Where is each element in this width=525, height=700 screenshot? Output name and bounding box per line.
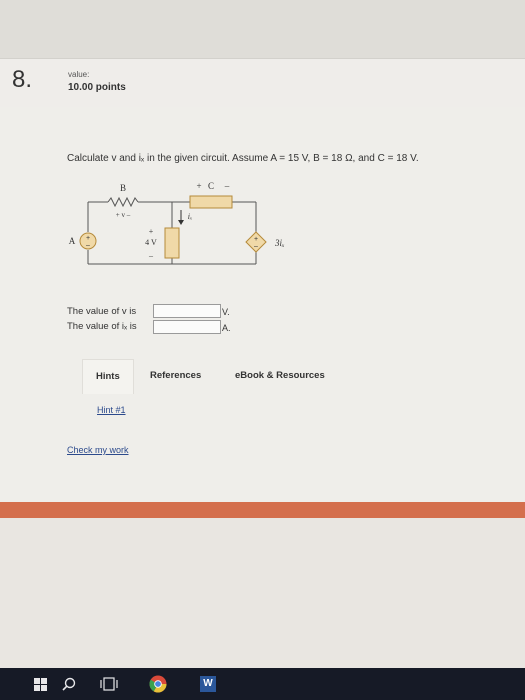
word-letter: W (200, 676, 216, 692)
circuit-diagram: B + C – + v – iₓ + 4 V – A + – + – 3iₓ (69, 181, 285, 265)
page-lower-area (0, 518, 525, 668)
label-ix: iₓ (188, 212, 193, 221)
resistor-B (107, 196, 139, 208)
tab-references[interactable]: References (150, 359, 201, 393)
element-C (189, 195, 233, 209)
hint-1-link[interactable]: Hint #1 (97, 405, 126, 415)
current-arrow-icon (178, 220, 184, 225)
source-A-plus: + (86, 235, 90, 242)
source-A-minus: – (86, 242, 90, 249)
tab-hints[interactable]: Hints (82, 359, 134, 394)
question-body (0, 107, 525, 502)
answer-ix-unit: A. (222, 323, 231, 333)
answer-ix-input[interactable] (153, 320, 221, 334)
windows-logo-icon[interactable] (25, 668, 55, 700)
question-number: 8. (12, 66, 33, 93)
label-A: A (69, 236, 76, 246)
label-B: B (120, 183, 126, 193)
answer-ix-label: The value of iₓ is (67, 321, 137, 332)
label-4v-plus: + (149, 227, 154, 236)
element-4v (164, 227, 180, 259)
value-label: value: (68, 70, 90, 79)
task-view-icon[interactable] (94, 668, 124, 700)
label-C-minus: – (224, 181, 230, 191)
windows-taskbar: W (0, 668, 525, 700)
dep-minus: – (254, 243, 258, 250)
label-4v: 4 V (145, 238, 157, 247)
accent-bar (0, 502, 525, 518)
check-my-work-link[interactable]: Check my work (67, 445, 129, 455)
top-margin (0, 0, 525, 58)
tab-ebook-resources[interactable]: eBook & Resources (235, 359, 325, 393)
question-text: Calculate v and iₓ in the given circuit.… (67, 153, 419, 164)
label-dep-source: 3iₓ (274, 238, 285, 248)
label-C-plus: + (196, 181, 201, 191)
label-C: C (208, 181, 214, 191)
answer-v-input[interactable] (153, 304, 221, 318)
chrome-icon[interactable] (143, 668, 173, 700)
label-v: + v – (116, 211, 131, 219)
word-icon[interactable]: W (193, 668, 223, 700)
answer-v-label: The value of v is (67, 306, 137, 317)
label-4v-minus: – (148, 251, 154, 260)
resource-tabs: Hints References eBook & Resources (82, 359, 412, 394)
points-value: 10.00 points (68, 82, 126, 93)
search-icon[interactable] (54, 668, 84, 700)
dep-plus: + (254, 236, 258, 243)
screenshot-page: 8. value: 10.00 points Calculate v and i… (0, 0, 525, 700)
answer-v-unit: V. (222, 307, 230, 317)
